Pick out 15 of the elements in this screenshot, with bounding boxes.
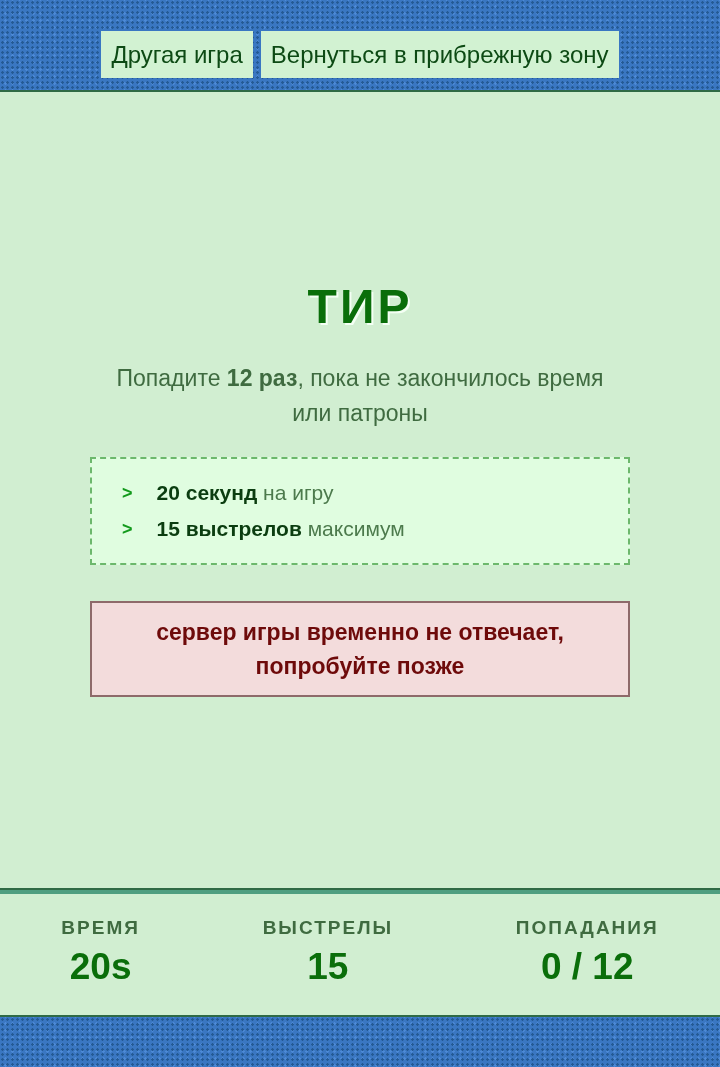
stat-value: 15 — [307, 946, 349, 988]
rule-text: 20 секунд на игру — [156, 480, 334, 507]
return-button[interactable]: Вернуться в прибрежную зону — [260, 31, 619, 78]
rule-text: 15 выстрелов максимум — [156, 516, 405, 543]
game-title: ТИР — [307, 283, 413, 331]
bullet-marker: > — [122, 481, 133, 505]
stat-label: ВЫСТРЕЛЫ — [262, 916, 394, 940]
bullet-marker: > — [122, 517, 133, 541]
error-alert: сервер игры временно не отвечает, попробуйте позже — [90, 601, 630, 697]
game-description: Попадите 12 раз, пока не закончилось время или патроны — [115, 364, 605, 428]
stat-label: ВРЕМЯ — [61, 916, 140, 940]
other-game-button[interactable]: Другая игра — [101, 31, 253, 78]
stat-value: 20s — [69, 946, 132, 988]
stat-value: 0 / 12 — [540, 946, 634, 988]
stat-label: ПОПАДАНИЯ — [515, 916, 659, 940]
